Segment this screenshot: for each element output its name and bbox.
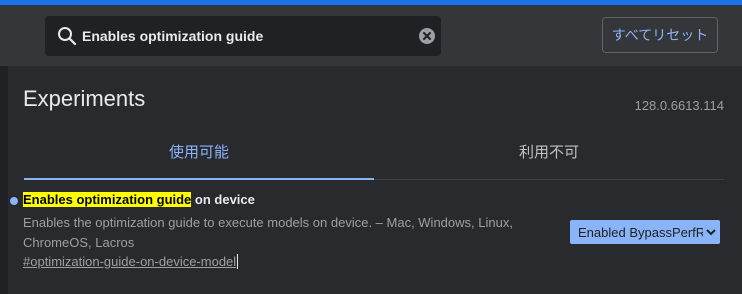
experiment-item: Enables optimization guide on device Ena… <box>8 180 742 294</box>
experiment-name: Enables optimization guide on device <box>23 192 255 207</box>
experiment-state-select-wrapper: Enabled BypassPerfR <box>570 220 720 244</box>
version-label: 128.0.6613.114 <box>634 98 724 113</box>
tab-available[interactable]: 使用可能 <box>24 128 374 180</box>
experiments-panel: Experiments 128.0.6613.114 使用可能 利用不可 Ena… <box>8 66 742 294</box>
modified-indicator-dot <box>10 197 18 205</box>
search-highlight: Enables optimization guide <box>23 192 192 207</box>
experiment-state-select[interactable]: Enabled BypassPerfR <box>570 220 720 244</box>
search-input[interactable] <box>82 16 402 56</box>
header-bar: すべてリセット <box>0 5 742 66</box>
experiment-permalink[interactable]: #optimization-guide-on-device-model <box>23 254 239 269</box>
tab-bar: 使用可能 利用不可 <box>24 128 724 180</box>
reset-all-button[interactable]: すべてリセット <box>602 17 718 53</box>
experiment-description: Enables the optimization guide to execut… <box>23 215 513 250</box>
tab-unavailable[interactable]: 利用不可 <box>374 128 724 180</box>
search-box[interactable] <box>45 16 441 56</box>
experiment-name-rest: on device <box>191 192 255 207</box>
clear-search-icon[interactable] <box>418 27 436 45</box>
search-icon <box>58 27 77 46</box>
page-title: Experiments <box>23 86 146 111</box>
